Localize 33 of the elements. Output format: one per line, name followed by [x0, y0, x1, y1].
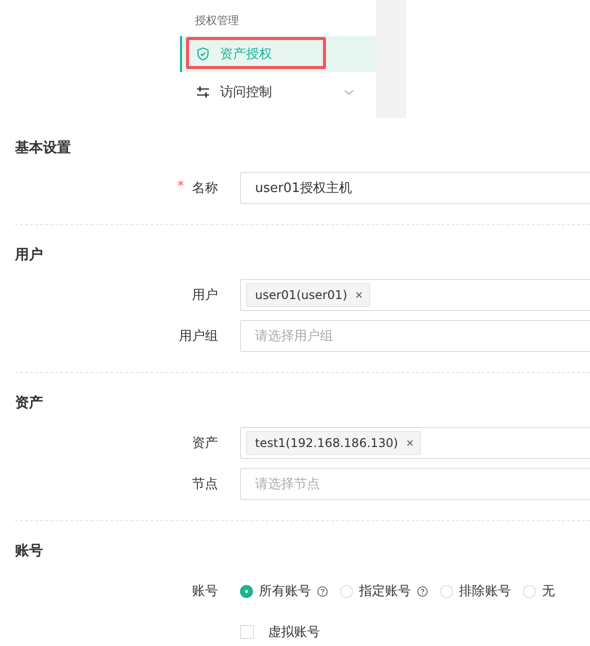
field-label: 用户 [192, 287, 218, 304]
radio-label[interactable]: 无 [542, 582, 555, 600]
field-label: 账号 [192, 583, 218, 600]
sliders-icon [196, 85, 210, 99]
remove-icon[interactable] [355, 291, 364, 299]
name-input[interactable]: user01授权主机 [240, 172, 590, 204]
tag-select[interactable]: test1(192.168.186.130) [240, 427, 590, 459]
menu-item[interactable]: 访问控制 [180, 74, 376, 110]
help-icon[interactable] [417, 586, 428, 596]
tag-select[interactable]: user01(user01) [240, 279, 590, 311]
section-title: 基本设置 [15, 139, 72, 158]
remove-icon[interactable] [406, 439, 414, 447]
checkbox[interactable] [240, 625, 254, 639]
field-label: 名称 [192, 180, 218, 197]
radio-option[interactable]: 排除账号 [440, 582, 511, 600]
selected-tag: test1(192.168.186.130) [246, 431, 422, 455]
shield-icon [196, 47, 210, 61]
field-label: 用户组 [179, 328, 218, 345]
radio-label[interactable]: 所有账号 [259, 582, 311, 600]
radio-label[interactable]: 排除账号 [459, 582, 511, 600]
menu-group-title: 授权管理 [194, 13, 240, 29]
section-title: 用户 [15, 246, 44, 265]
section-title: 资产 [15, 394, 44, 413]
field-label: 节点 [192, 476, 218, 493]
help-icon[interactable] [317, 586, 328, 596]
radio-label[interactable]: 指定账号 [359, 582, 411, 600]
checkbox-label[interactable]: 虚拟账号 [268, 623, 320, 641]
required-mark: * [178, 179, 184, 196]
section-title: 账号 [15, 542, 44, 561]
selected-tag: user01(user01) [246, 283, 370, 307]
radio-button[interactable] [240, 584, 253, 598]
radio-option[interactable]: 无 [523, 582, 555, 600]
field-label: 资产 [192, 435, 218, 452]
